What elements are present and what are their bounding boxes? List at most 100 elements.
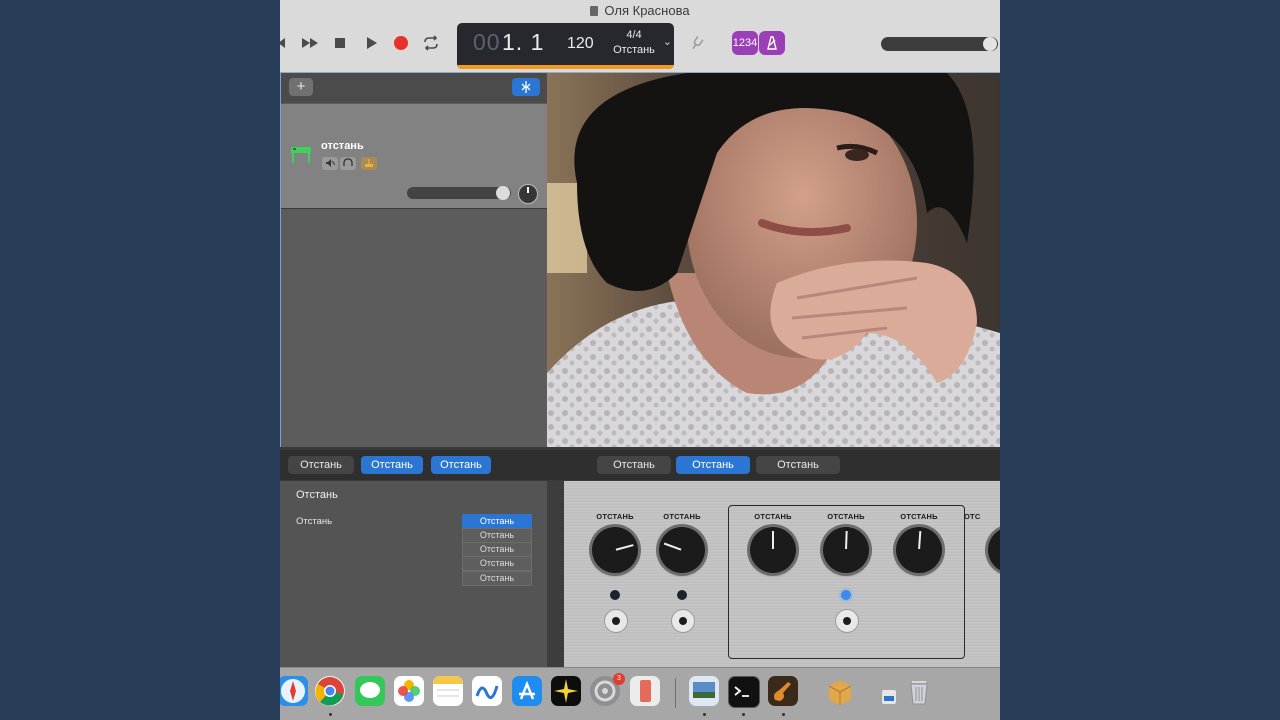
trash-icon[interactable] <box>904 676 934 706</box>
play-button[interactable] <box>362 34 380 52</box>
keyboard-instrument-icon <box>291 147 311 163</box>
iphone-mirroring-icon[interactable] <box>630 676 660 706</box>
knob-label: ОТСТАНЬ <box>663 512 701 521</box>
option-item[interactable]: Отстань <box>462 528 532 543</box>
master-volume-knob[interactable] <box>983 37 997 51</box>
chrome-icon[interactable] <box>315 676 345 706</box>
lcd-signature-key: 4/4 Отстань <box>607 28 661 58</box>
fast-forward-button[interactable] <box>301 34 319 52</box>
editor-tab-bar: Отстань Отстань Отстань Отстань Отстань … <box>280 450 1000 480</box>
track-pan-knob[interactable] <box>518 184 538 204</box>
panel-divider <box>547 481 564 667</box>
lcd-position-prefix: 00 <box>473 29 501 55</box>
tracks-header: + <box>281 73 548 103</box>
count-in-button[interactable]: 1234 <box>732 31 758 55</box>
window-title-text: Оля Краснова <box>604 3 690 18</box>
stop-icon <box>335 38 345 48</box>
rewind-button[interactable] <box>280 34 294 52</box>
freeform-icon[interactable] <box>472 676 502 706</box>
amp-toggle-switch[interactable] <box>671 609 695 633</box>
spark-icon[interactable] <box>551 676 581 706</box>
lcd-position: 1. 1 <box>502 29 545 55</box>
app-store-icon[interactable] <box>512 676 542 706</box>
record-icon <box>394 36 408 50</box>
dock-separator <box>675 678 676 708</box>
tab-left-1[interactable]: Отстань <box>288 456 354 474</box>
master-volume-slider[interactable] <box>881 37 998 51</box>
lcd-display[interactable]: 00 1. 1 120 4/4 Отстань ⌄ <box>457 23 674 69</box>
knob-label: ОТСТАНЬ <box>827 512 865 521</box>
dock: 3 <box>280 667 1000 720</box>
knob-label: ОТСТАНЬ <box>596 512 634 521</box>
editor-row-label: Отстань <box>296 516 333 527</box>
tab-left-3[interactable]: Отстань <box>431 456 491 474</box>
chevron-down-icon[interactable]: ⌄ <box>663 35 672 48</box>
running-indicator <box>782 713 785 716</box>
title-toolbar: Оля Краснова 00 1. 1 120 4/4 Отстань ⌄ 1… <box>280 0 1000 73</box>
solo-button[interactable] <box>340 157 356 170</box>
tab-right-1[interactable]: Отстань <box>597 456 671 474</box>
lcd-tempo: 120 <box>567 35 594 52</box>
messages-icon[interactable] <box>355 676 385 706</box>
window-title: Оля Краснова <box>280 3 1000 18</box>
tab-right-3[interactable]: Отстань <box>756 456 840 474</box>
camera-overlay <box>547 73 1000 447</box>
downloads-stack-icon[interactable] <box>882 690 896 704</box>
option-item[interactable]: Отстань <box>462 556 532 571</box>
notification-badge: 3 <box>613 673 625 685</box>
stop-button[interactable] <box>331 34 349 52</box>
amp-knob[interactable] <box>823 527 869 573</box>
tab-right-2[interactable]: Отстань <box>676 456 750 474</box>
tuner-button[interactable] <box>688 34 706 52</box>
document-icon <box>590 6 599 16</box>
amp-toggle-switch[interactable] <box>835 609 859 633</box>
record-button[interactable] <box>392 34 410 52</box>
option-item[interactable]: Отстань <box>462 514 532 529</box>
amp-knob[interactable] <box>988 527 1000 573</box>
safari-icon[interactable] <box>280 676 308 706</box>
running-indicator <box>329 713 332 716</box>
mute-button[interactable] <box>322 157 338 170</box>
amp-knob[interactable] <box>659 527 705 573</box>
lcd-progress-bar <box>457 65 674 69</box>
amp-knob[interactable] <box>750 527 796 573</box>
track-volume-knob[interactable] <box>496 186 510 200</box>
add-track-button[interactable]: + <box>289 78 313 96</box>
garageband-icon[interactable] <box>768 676 798 706</box>
amp-panel: ОТСТАНЬ ОТСТАНЬ ОТСТАНЬ ОТСТАНЬ ОТСТАНЬ … <box>564 481 1000 667</box>
notes-icon[interactable] <box>433 676 463 706</box>
archive-utility-icon[interactable] <box>825 676 855 706</box>
webcam-photo <box>547 73 1000 447</box>
editor-panel-title: Отстань <box>296 489 338 501</box>
record-enable-button[interactable] <box>361 157 377 170</box>
smart-controls-button[interactable] <box>512 78 540 96</box>
running-indicator <box>742 713 745 716</box>
preview-icon[interactable] <box>689 676 719 706</box>
photos-icon[interactable] <box>394 676 424 706</box>
track-volume-slider[interactable] <box>407 186 511 200</box>
editor-left-panel: Отстань Отстань Отстань Отстань Отстань … <box>280 481 547 667</box>
lcd-time-signature: 4/4 <box>626 29 642 41</box>
fast-forward-icon <box>302 38 318 48</box>
cycle-button[interactable] <box>422 34 440 52</box>
led-indicator <box>610 590 620 600</box>
option-item[interactable]: Отстань <box>462 571 532 586</box>
terminal-icon[interactable] <box>728 676 760 708</box>
amp-toggle-switch[interactable] <box>604 609 628 633</box>
tab-left-2[interactable]: Отстань <box>361 456 423 474</box>
track-name: отстань <box>321 140 364 152</box>
running-indicator <box>703 713 706 716</box>
play-icon <box>367 37 377 49</box>
input-monitor-icon <box>365 159 373 167</box>
knob-label: ОТСТАНЬ <box>754 512 792 521</box>
mute-speaker-icon <box>326 159 336 167</box>
tracks-panel: + отстань <box>280 73 548 447</box>
amp-knob[interactable] <box>896 527 942 573</box>
track-row[interactable]: отстань <box>281 104 548 209</box>
rewind-icon <box>280 38 285 48</box>
metronome-button[interactable] <box>759 31 785 55</box>
cycle-icon <box>424 35 438 51</box>
amp-knob[interactable] <box>592 527 638 573</box>
option-item[interactable]: Отстань <box>462 542 532 557</box>
tuning-fork-icon <box>692 35 704 50</box>
